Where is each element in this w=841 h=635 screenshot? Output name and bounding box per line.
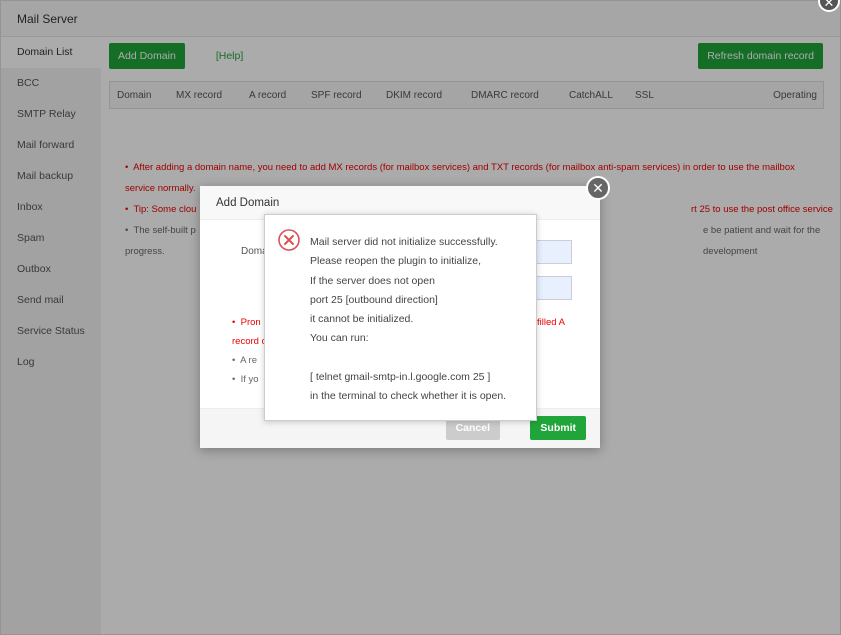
dialog-note-record: record c [232, 336, 267, 347]
dialog-notes: • Pron filled A record c • A re • If yo [232, 313, 565, 389]
note-text: filled A [537, 317, 565, 328]
note-text: Pron [240, 317, 261, 328]
error-message-text: Mail server did not initialize successfu… [310, 236, 507, 403]
error-circle-icon [278, 229, 300, 251]
dialog-note-prompt: • Pron filled A [232, 313, 565, 332]
dialog-close-icon[interactable]: ✕ [586, 176, 610, 200]
submit-button[interactable]: Submit [530, 416, 586, 440]
note-text: A re [240, 355, 257, 366]
dialog-note-if: • If yo [232, 374, 259, 385]
error-message-box: Mail server did not initialize successfu… [264, 214, 537, 421]
dialog-note-a-record: • A re [232, 355, 257, 366]
note-text: If yo [240, 374, 259, 385]
